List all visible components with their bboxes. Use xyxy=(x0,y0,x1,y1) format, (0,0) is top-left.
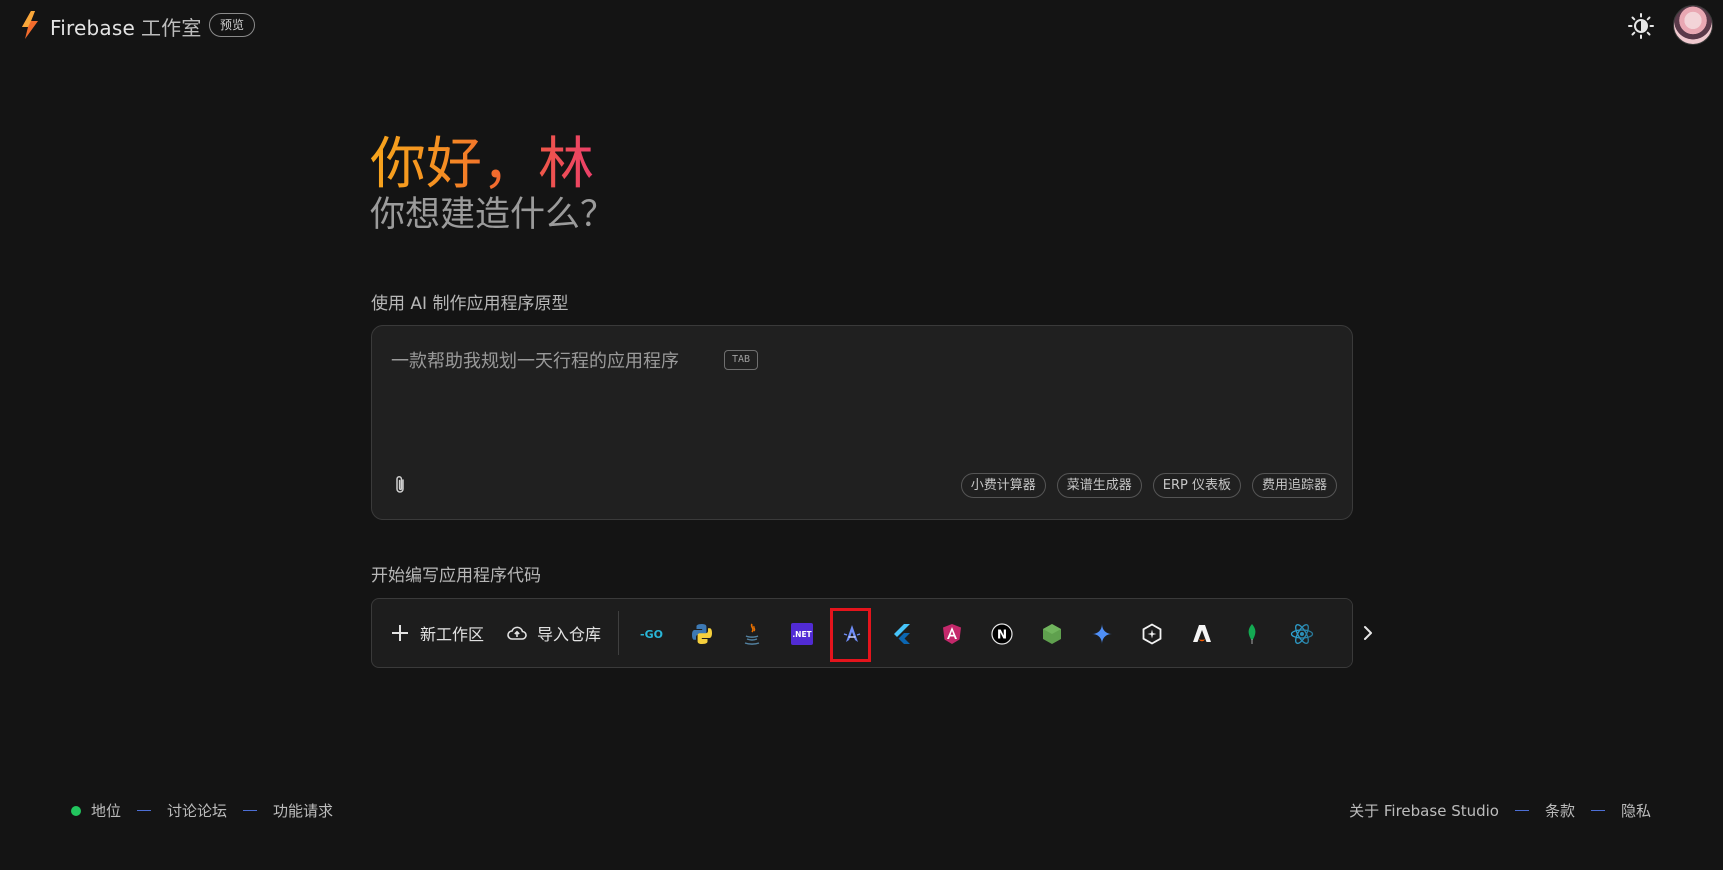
code-section-label: 开始编写应用程序代码 xyxy=(371,566,541,586)
nextjs-icon[interactable]: N xyxy=(990,622,1014,646)
java-icon[interactable] xyxy=(740,622,764,646)
greeting-question: 你想建造什么？ xyxy=(370,195,616,235)
brand-suffix: 工作室 xyxy=(140,16,202,40)
gemini-icon[interactable] xyxy=(1090,622,1114,646)
preview-badge: 预览 xyxy=(209,13,256,37)
selected-template-highlight xyxy=(830,608,871,662)
footer-right-links: 关于 Firebase Studio 条款 隐私 xyxy=(1349,800,1651,821)
about-link[interactable]: 关于 Firebase Studio xyxy=(1349,800,1499,821)
chevron-right-icon[interactable] xyxy=(1357,620,1379,646)
suggestion-chip-expense-tracker[interactable]: 费用追踪器 xyxy=(1251,473,1337,498)
greeting-title: 你好，林 xyxy=(370,130,594,200)
brand-title[interactable]: Firebase 工作室 xyxy=(50,12,202,41)
new-workspace-label: 新工作区 xyxy=(420,625,485,644)
theme-toggle-icon[interactable] xyxy=(1628,13,1654,39)
cloud-upload-icon xyxy=(507,626,527,640)
suggestion-chips: 小费计算器 菜谱生成器 ERP 仪表板 费用追踪器 xyxy=(960,473,1337,498)
python-icon[interactable] xyxy=(690,622,714,646)
footer-divider xyxy=(137,810,152,811)
mongodb-icon[interactable] xyxy=(1240,622,1264,646)
tab-key-hint: TAB xyxy=(724,350,759,370)
go-icon[interactable]: -GO xyxy=(640,622,664,646)
dotnet-text: .NET xyxy=(792,630,812,639)
paperclip-icon[interactable] xyxy=(392,474,410,496)
status-dot-icon xyxy=(71,805,81,816)
feature-request-link[interactable]: 功能请求 xyxy=(273,800,333,821)
template-bar-fade xyxy=(1292,599,1352,667)
terms-link[interactable]: 条款 xyxy=(1545,800,1575,821)
suggestion-chip-tip-calculator[interactable]: 小费计算器 xyxy=(960,473,1046,498)
top-bar: Firebase 工作室 预览 xyxy=(0,0,1723,50)
user-avatar[interactable] xyxy=(1673,5,1713,45)
astro-a-icon[interactable] xyxy=(1190,622,1214,646)
prototype-section-label: 使用 AI 制作应用程序原型 xyxy=(371,294,569,314)
footer-divider xyxy=(243,810,258,811)
footer-left-links: 地位 讨论论坛 功能请求 xyxy=(71,800,333,821)
plus-icon xyxy=(392,625,408,641)
angular-icon[interactable] xyxy=(940,622,964,646)
suggestion-chip-erp-dashboard[interactable]: ERP 仪表板 xyxy=(1152,473,1241,498)
status-link[interactable]: 地位 xyxy=(91,800,121,821)
nodejs-icon[interactable] xyxy=(1040,622,1064,646)
footer-divider xyxy=(1514,810,1529,811)
firebase-studio-logo[interactable] xyxy=(18,10,42,40)
forum-link[interactable]: 讨论论坛 xyxy=(167,800,227,821)
footer-divider xyxy=(1590,810,1605,811)
prompt-input-placeholder[interactable]: 一款帮助我规划一天行程的应用程序 xyxy=(391,347,679,373)
svg-text:-GO: -GO xyxy=(640,628,663,640)
nextjs-text: N xyxy=(997,628,1007,642)
privacy-link[interactable]: 隐私 xyxy=(1621,800,1651,821)
hexagon-template-icon[interactable] xyxy=(1140,622,1164,646)
suggestion-chip-recipe-generator[interactable]: 菜谱生成器 xyxy=(1056,473,1142,498)
import-repo-button[interactable]: 导入仓库 xyxy=(507,599,601,667)
flutter-icon[interactable] xyxy=(890,622,914,646)
brand-name: Firebase xyxy=(50,16,135,40)
prompt-box[interactable]: 一款帮助我规划一天行程的应用程序 TAB 小费计算器 菜谱生成器 ERP 仪表板… xyxy=(371,325,1353,520)
dotnet-icon[interactable]: .NET xyxy=(790,622,814,646)
import-repo-label: 导入仓库 xyxy=(537,625,602,644)
template-divider xyxy=(618,611,619,655)
new-workspace-button[interactable]: 新工作区 xyxy=(390,599,484,667)
